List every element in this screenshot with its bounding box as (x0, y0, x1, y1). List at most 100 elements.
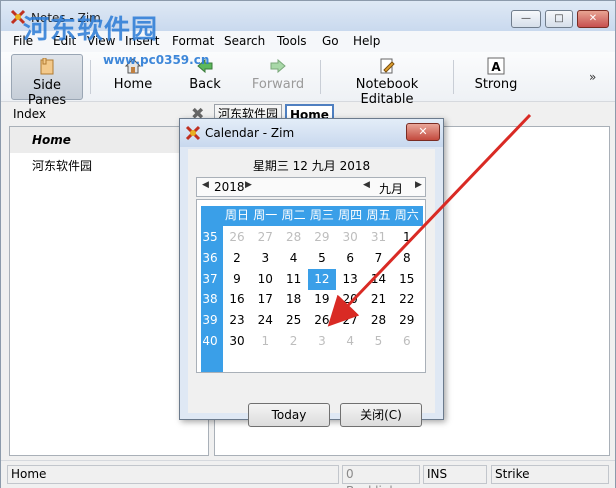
weekday-label: 周一 (253, 208, 278, 222)
minimize-button[interactable]: — (511, 10, 541, 28)
week-number: 40 (202, 334, 218, 348)
selected-date-label: 星期三 12 九月 2018 (252, 159, 371, 173)
calendar-day[interactable]: 29 (308, 227, 336, 248)
calendar-day[interactable]: 5 (365, 331, 393, 352)
calendar-day[interactable]: 24 (251, 310, 279, 331)
calendar-day[interactable]: 2 (223, 248, 251, 269)
watermark-logo: 河东软件园 (23, 15, 159, 45)
weekday-label: 周四 (338, 208, 363, 222)
status-ins: INS (423, 465, 487, 484)
dialog-close-button[interactable]: ✕ (406, 123, 440, 141)
calendar-day[interactable]: 18 (280, 289, 308, 310)
next-year-button[interactable]: ▶ (245, 180, 252, 190)
weekday-label: 周二 (281, 208, 306, 222)
calendar-day[interactable]: 10 (251, 269, 279, 290)
calendar-day[interactable]: 21 (365, 289, 393, 310)
status-strike: Strike (491, 465, 609, 484)
strong-button[interactable]: A Strong (474, 54, 518, 100)
status-page: Home (7, 465, 339, 484)
calendar-day[interactable]: 6 (336, 248, 364, 269)
calendar-day[interactable]: 5 (308, 248, 336, 269)
close-button[interactable]: ✕ (577, 10, 609, 28)
weekday-label: 周三 (309, 208, 334, 222)
year-label: 2018 (214, 180, 245, 194)
dialog-body: 星期三 12 九月 2018 ◀ 2018 ▶ ◀ 九月 ▶ 周日 周一 周二 周三周… (188, 149, 435, 427)
bold-a-icon: A (487, 57, 505, 75)
menu-help[interactable]: Help (353, 34, 380, 48)
menu-go[interactable]: Go (322, 34, 339, 48)
side-panes-icon (40, 58, 54, 75)
status-bar: Home 0 Backlinks... INS Strike (1, 460, 615, 488)
calendar-day[interactable]: 31 (365, 227, 393, 248)
calendar-day[interactable]: 13 (336, 269, 364, 290)
dialog-title: Calendar - Zim (205, 126, 295, 140)
toolbar-separator (320, 60, 321, 94)
maximize-button[interactable]: □ (545, 10, 573, 28)
pencil-edit-icon (380, 58, 395, 74)
backlinks-button[interactable]: 0 Backlinks... (342, 465, 420, 488)
calendar-day[interactable]: 28 (280, 227, 308, 248)
calendar-day[interactable]: 4 (336, 331, 364, 352)
calendar-day[interactable]: 27 (336, 310, 364, 331)
calendar-day[interactable]: 11 (280, 269, 308, 290)
week-number: 39 (202, 313, 218, 328)
calendar-day[interactable]: 1 (393, 227, 421, 248)
calendar-day[interactable]: 20 (336, 289, 364, 310)
weekday-label: 周六 (394, 208, 419, 222)
next-month-button[interactable]: ▶ (415, 180, 422, 190)
calendar-day[interactable]: 6 (393, 331, 421, 352)
calendar-day[interactable]: 19 (308, 289, 336, 310)
calendar-day[interactable]: 3 (308, 331, 336, 352)
dialog-title-bar: Calendar - Zim ✕ (180, 119, 443, 147)
calendar-day[interactable]: 14 (365, 269, 393, 290)
calendar-day[interactable]: 17 (251, 289, 279, 310)
week-number: 37 (202, 271, 218, 286)
calendar-day[interactable]: 3 (251, 248, 279, 269)
month-label: 九月 (379, 182, 404, 196)
calendar-day[interactable]: 8 (393, 248, 421, 269)
prev-year-button[interactable]: ◀ (202, 180, 209, 190)
calendar-day[interactable]: 25 (280, 310, 308, 331)
prev-month-button[interactable]: ◀ (363, 180, 370, 190)
weekday-label: 周日 (224, 208, 249, 222)
index-label: Index (13, 107, 47, 121)
menu-search[interactable]: Search (224, 34, 265, 48)
calendar-day[interactable]: 26 (308, 310, 336, 331)
notebook-editable-button[interactable]: Notebook Editable (330, 54, 444, 107)
calendar-grid: 周日 周一 周二 周三 周四 周五 周六 35 26 27 28 29 30 31 1 36 2 3 4 5 6 7 8 37… (196, 199, 426, 373)
calendar-day[interactable]: 9 (223, 269, 251, 290)
toolbar-overflow-button[interactable]: » (589, 70, 596, 84)
calendar-day[interactable]: 27 (251, 227, 279, 248)
calendar-day[interactable]: 15 (393, 269, 421, 290)
toolbar-separator (453, 60, 454, 94)
today-button[interactable]: Today (248, 403, 330, 427)
toolbar-separator (90, 60, 91, 94)
calendar-day[interactable]: 23 (223, 310, 251, 331)
menu-format[interactable]: Format (172, 34, 214, 48)
zim-app-icon (185, 125, 201, 141)
svg-text:A: A (491, 60, 501, 74)
dialog-close-text-button[interactable]: 关闭(C) (340, 403, 422, 427)
weekday-label: 周五 (366, 208, 391, 222)
calendar-day[interactable]: 28 (365, 310, 393, 331)
calendar-day[interactable]: 22 (393, 289, 421, 310)
menu-tools[interactable]: Tools (277, 34, 307, 48)
calendar-day[interactable]: 26 (223, 227, 251, 248)
week-number: 35 (202, 230, 218, 244)
calendar-day[interactable]: 30 (336, 227, 364, 248)
calendar-day[interactable]: 2 (280, 331, 308, 352)
forward-button[interactable]: Forward (251, 54, 305, 100)
side-panes-button[interactable]: Side Panes (11, 54, 83, 108)
calendar-dialog: Calendar - Zim ✕ 星期三 12 九月 2018 ◀ 2018 ▶… (179, 118, 444, 427)
calendar-day[interactable]: 29 (393, 310, 421, 331)
calendar-day[interactable]: 7 (365, 248, 393, 269)
forward-arrow-icon (270, 58, 286, 74)
week-number: 38 (202, 292, 218, 307)
calendar-day[interactable]: 16 (223, 289, 251, 310)
calendar-day[interactable]: 4 (280, 248, 308, 269)
toolbar: Side Panes Home Back Forward Notebook Ed… (1, 52, 615, 108)
week-number: 36 (202, 250, 218, 265)
calendar-day[interactable]: 30 (223, 331, 251, 352)
calendar-day[interactable]: 1 (251, 331, 279, 352)
calendar-day-selected[interactable]: 12 (307, 268, 336, 290)
